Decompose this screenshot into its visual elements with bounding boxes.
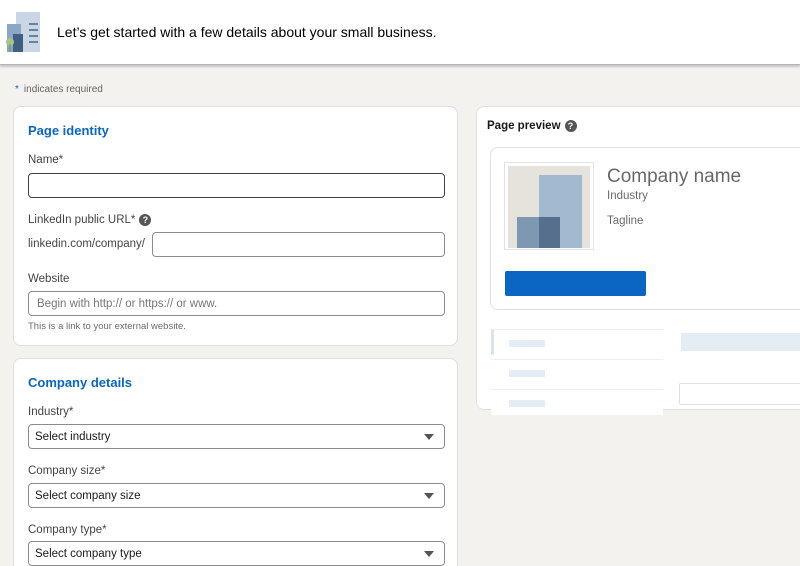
skeleton-tab — [491, 329, 663, 355]
skeleton-bar — [681, 333, 800, 351]
industry-select[interactable]: Select industry — [28, 424, 445, 449]
required-star: * — [15, 84, 19, 95]
name-input[interactable] — [28, 173, 445, 198]
name-label: Name* — [28, 154, 64, 166]
preview-company-name: Company name — [607, 166, 742, 187]
building-icon — [6, 12, 40, 52]
help-icon[interactable]: ? — [139, 214, 152, 226]
section-title-company-details: Company details — [28, 375, 133, 390]
url-input[interactable] — [152, 232, 445, 257]
chevron-down-icon — [424, 493, 434, 499]
chevron-down-icon — [424, 434, 434, 440]
required-note: * indicates required — [15, 84, 103, 95]
company-type-label: Company type* — [28, 524, 107, 536]
help-icon[interactable]: ? — [564, 120, 577, 132]
skeleton-tab — [491, 359, 663, 385]
url-label-text: LinkedIn public URL* — [28, 214, 136, 227]
company-size-select-value: Select company size — [35, 490, 141, 502]
company-type-select[interactable]: Select company type — [28, 541, 445, 566]
page-identity-card: Page identity Name* LinkedIn public URL*… — [13, 106, 458, 346]
skeleton-tabs — [491, 329, 663, 415]
company-size-label: Company size* — [28, 465, 106, 477]
top-bar: Let’s get started with a few details abo… — [0, 0, 800, 65]
chevron-down-icon — [424, 551, 434, 557]
company-details-card: Company details Industry* Select industr… — [13, 358, 458, 566]
industry-select-value: Select industry — [35, 431, 111, 443]
page-heading: Let’s get started with a few details abo… — [57, 24, 437, 40]
company-size-select[interactable]: Select company size — [28, 483, 445, 508]
preview-industry: Industry — [607, 190, 648, 202]
website-input[interactable] — [28, 291, 445, 316]
page-preview-title: Page preview? — [487, 120, 577, 132]
required-note-text: indicates required — [23, 84, 103, 95]
url-prefix: linkedin.com/company/ — [28, 238, 145, 250]
section-title-page-identity: Page identity — [28, 123, 109, 138]
preview-company-card: Company name Industry Tagline — [490, 147, 800, 310]
website-hint: This is a link to your external website. — [28, 321, 186, 332]
preview-follow-button — [505, 271, 646, 296]
page-preview-title-text: Page preview — [487, 120, 561, 133]
page-preview-card: Page preview? Company name Industry Tagl… — [476, 106, 800, 415]
website-label: Website — [28, 273, 70, 285]
skeleton-box — [679, 383, 800, 405]
industry-label: Industry* — [28, 406, 74, 418]
building-logo-icon — [517, 175, 582, 248]
url-label: LinkedIn public URL*? — [28, 214, 152, 227]
company-type-select-value: Select company type — [35, 548, 142, 560]
company-logo-placeholder — [504, 162, 594, 250]
preview-tagline: Tagline — [607, 215, 644, 227]
skeleton-tab — [491, 389, 663, 415]
